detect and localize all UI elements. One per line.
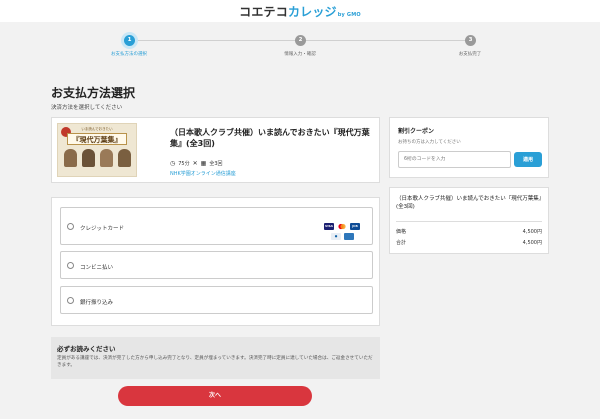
coupon-panel: 割引クーポン お持ちの方は入力してください 適用	[389, 117, 549, 178]
coupon-title: 割引クーポン	[398, 128, 435, 135]
page-subtitle: 決済方法を選択してください	[51, 105, 123, 111]
step-1-indicator: 1	[124, 35, 135, 46]
order-summary: （日本歌人クラブ共催）いま読んでおきたい『現代万葉集』(全3回) 価格 4,50…	[389, 187, 549, 254]
step-3-label: お支払完了	[458, 52, 482, 57]
step-1-label: お支払方法の選択	[111, 52, 147, 57]
payment-option-bank-transfer[interactable]: 銀行振り込み	[60, 286, 373, 314]
amex-icon	[344, 233, 354, 240]
clock-icon: ◷	[170, 160, 176, 167]
price-label: 価格	[396, 229, 407, 235]
speaker-photos	[62, 149, 132, 169]
step-connector	[129, 40, 300, 41]
calendar-icon: ▦	[200, 160, 207, 167]
summary-price-row: 価格 4,500円	[396, 228, 542, 235]
progress-stepper: 1 お支払方法の選択 2 情報入力・確認 3 お支払完了	[0, 22, 600, 62]
summary-divider	[396, 221, 542, 222]
summary-course-title: （日本歌人クラブ共催）いま読んでおきたい『現代万葉集』(全3回)	[396, 196, 542, 210]
important-notice: 必ずお読みください 定員がある講座では、決済が完了した方から申し込み完了となり、…	[51, 337, 380, 379]
coupon-code-input[interactable]	[398, 151, 511, 168]
payment-option-convenience-store[interactable]: コンビニ払い	[60, 251, 373, 279]
page-title: お支払方法選択	[51, 86, 136, 100]
course-meta: ◷ 75分 ✕ ▦ 全3回	[170, 160, 223, 167]
notice-title: 必ずお読みください	[57, 345, 116, 353]
price-value: 4,500円	[522, 229, 542, 235]
next-button[interactable]: 次へ	[118, 386, 312, 406]
course-duration: 75分	[178, 161, 190, 167]
total-value: 4,500円	[522, 240, 542, 246]
course-organizer-link[interactable]: NHK学園オンライン通信講座	[170, 170, 236, 177]
course-thumbnail: いま読んでおきたい 『現代万葉集』	[57, 123, 137, 177]
mastercard-icon	[337, 223, 347, 230]
step-2-indicator: 2	[295, 35, 306, 46]
site-logo[interactable]: コエテコカレッジby GMO	[0, 3, 600, 20]
convenience-store-radio[interactable]	[67, 262, 74, 269]
times-icon: ✕	[192, 160, 198, 167]
step-2-label: 情報入力・確認	[284, 52, 316, 57]
summary-total-row: 合計 4,500円	[396, 239, 542, 246]
course-sessions: 全3回	[209, 161, 223, 167]
notice-body: 定員がある講座では、決済が完了した方から申し込み完了となり、定員が埋まっていきま…	[57, 356, 373, 368]
jcb-icon: JCB	[350, 223, 360, 230]
payment-option-label: コンビニ払い	[80, 265, 114, 271]
coupon-hint: お持ちの方は入力してください	[398, 140, 461, 145]
visa-icon: VISA	[324, 223, 334, 230]
payment-method-panel: クレジットカード VISA JCB ● コンビニ払い 銀行振り込み	[51, 197, 380, 326]
bank-transfer-radio[interactable]	[67, 297, 74, 304]
diners-icon: ●	[331, 233, 341, 240]
step-connector	[300, 40, 470, 41]
total-label: 合計	[396, 240, 407, 246]
credit-card-radio[interactable]	[67, 223, 74, 230]
apply-coupon-button[interactable]: 適用	[514, 152, 542, 167]
site-header: コエテコカレッジby GMO	[0, 0, 600, 22]
payment-option-label: クレジットカード	[80, 226, 125, 232]
payment-option-credit-card[interactable]: クレジットカード VISA JCB ●	[60, 207, 373, 245]
course-title: （日本歌人クラブ共催）いま読んでおきたい『現代万葉集』(全3回)	[170, 128, 370, 148]
payment-option-label: 銀行振り込み	[80, 300, 114, 306]
course-card: いま読んでおきたい 『現代万葉集』 （日本歌人クラブ共催）いま読んでおきたい『現…	[51, 117, 380, 183]
step-3-indicator: 3	[465, 35, 476, 46]
